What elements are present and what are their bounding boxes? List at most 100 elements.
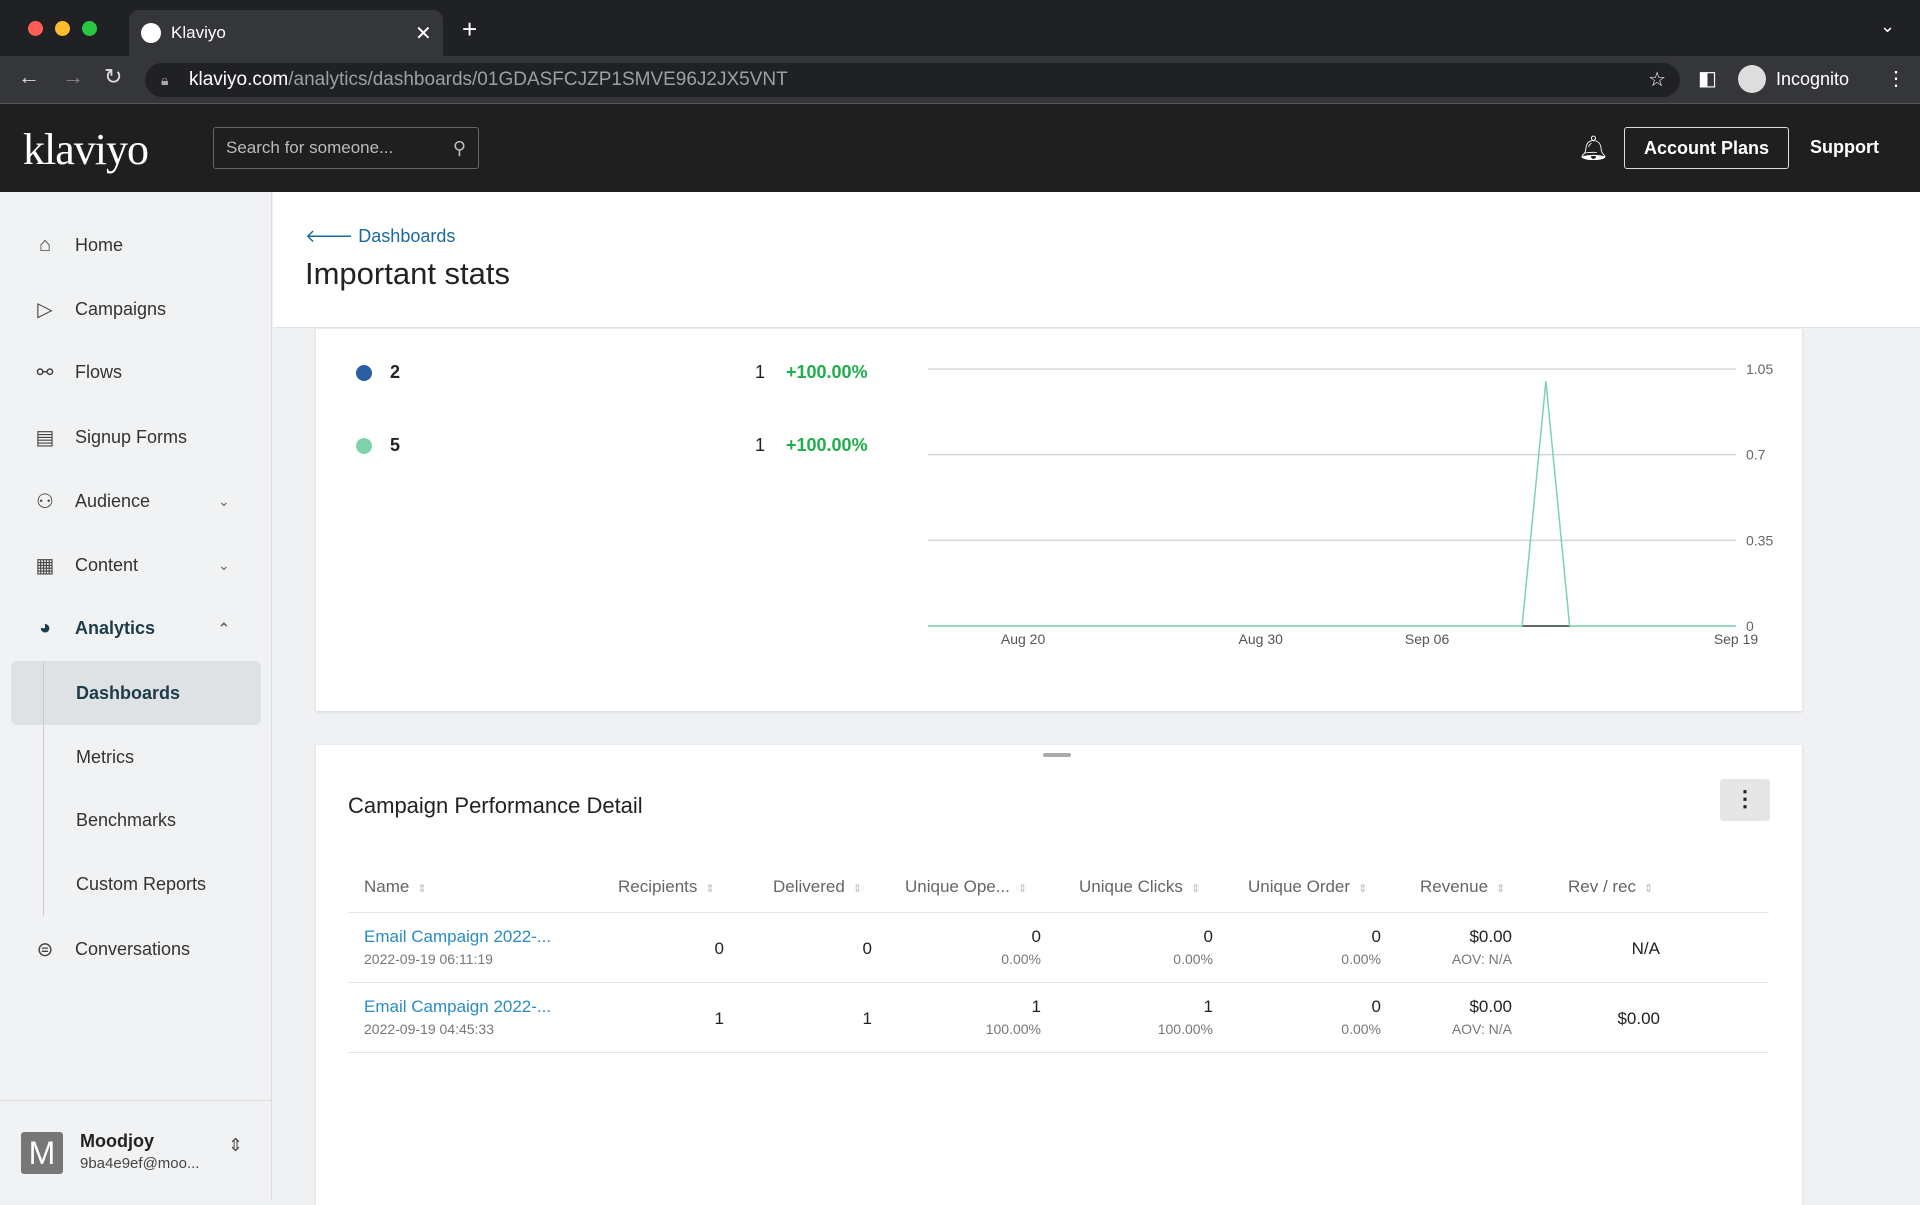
cell-opens: 1 [1031, 997, 1041, 1016]
cell-rev_rec: N/A [1631, 939, 1660, 958]
sidebar-item-conversations[interactable]: ⊜ Conversations [0, 929, 272, 969]
column-label: Rev / rec [1568, 877, 1637, 896]
sidebar-label: Flows [75, 361, 123, 382]
sidebar-item-signup-forms[interactable]: ▤ Signup Forms [0, 417, 272, 457]
cell-clicks: 0 [1203, 927, 1213, 946]
column-label: Delivered [773, 877, 845, 896]
new-tab-icon[interactable]: + [462, 14, 477, 45]
column-header[interactable]: Unique Order ⇕ [1248, 877, 1367, 897]
table-card: Campaign Performance Detail ⋮ [316, 745, 1802, 1205]
tab-title: Klaviyo [171, 23, 226, 42]
sort-icon: ⇕ [1496, 883, 1506, 895]
column-header[interactable]: Delivered ⇕ [773, 877, 862, 897]
content-icon: ▦ [35, 554, 55, 577]
sidebar-label: Audience [75, 490, 151, 511]
sidebar-item-benchmarks[interactable]: Benchmarks [0, 800, 272, 840]
cell-delivered: 1 [862, 1009, 872, 1028]
column-header[interactable]: Unique Ope... ⇕ [905, 877, 1027, 897]
sidebar-item-campaigns[interactable]: ▷ Campaigns [0, 289, 272, 329]
breadcrumb[interactable]: 🡐 Dashboards [305, 226, 455, 247]
close-tab-icon[interactable]: ✕ [415, 21, 432, 46]
avatar: M [21, 1132, 63, 1174]
sidebar-label: Home [75, 234, 124, 255]
cell-rev_rec: $0.00 [1617, 1009, 1660, 1028]
audience-icon: ⚇ [36, 490, 54, 513]
sidebar-item-metrics[interactable]: Metrics [0, 737, 272, 777]
account-plans-button[interactable]: Account Plans [1624, 127, 1789, 169]
sidebar-label: Benchmarks [76, 809, 177, 830]
sidebar-item-flows[interactable]: ⚯ Flows [0, 352, 272, 392]
account-switcher[interactable]: M Moodjoy 9ba4e9ef@moo... ⇕ [0, 1100, 272, 1200]
tab-list-chevron-icon[interactable]: ⌄ [1880, 16, 1895, 37]
sidebar-item-audience[interactable]: ⚇ Audience ⌄ [0, 481, 272, 521]
column-header[interactable]: Recipients ⇕ [618, 877, 715, 897]
campaign-date: 2022-09-19 04:45:33 [364, 1021, 494, 1037]
drag-handle[interactable] [1043, 753, 1071, 757]
user-email: 9ba4e9ef@moo... [80, 1155, 200, 1172]
sort-icon: ⇕ [1644, 883, 1654, 895]
row-divider [348, 1052, 1769, 1053]
maximize-window-button[interactable] [82, 21, 97, 36]
column-header[interactable]: Rev / rec ⇕ [1568, 877, 1653, 897]
page-title: Important stats [305, 256, 511, 291]
sidebar-item-content[interactable]: ▦ Content ⌄ [0, 545, 272, 585]
browser-tab[interactable]: Klaviyo ✕ [129, 10, 443, 56]
page-header: 🡐 Dashboards Important stats [273, 192, 1920, 328]
more-options-kebab-icon[interactable]: ⋮ [1720, 779, 1770, 821]
klaviyo-favicon-icon [141, 23, 161, 43]
cell-recipients: 0 [714, 939, 724, 958]
cell-aov: AOV: N/A [1451, 1021, 1512, 1037]
cell-recipients: 1 [714, 1009, 724, 1028]
minimize-window-button[interactable] [55, 21, 70, 36]
side-panel-icon[interactable]: ◧ [1698, 66, 1717, 91]
sort-icon: ⇕ [1190, 883, 1201, 895]
search-input[interactable]: Search for someone... ⚲ [213, 127, 479, 169]
sidebar-label: Dashboards [76, 682, 181, 703]
browser-tab-bar: Klaviyo ✕ + ⌄ [0, 0, 1920, 56]
campaign-name-link[interactable]: Email Campaign 2022-... [364, 927, 551, 947]
cell-opens: 0 [1031, 927, 1041, 946]
column-header[interactable]: Revenue ⇕ [1420, 877, 1505, 897]
support-link[interactable]: Support [1810, 137, 1879, 158]
browser-menu-icon[interactable]: ⋮ [1886, 66, 1906, 91]
sidebar-item-analytics[interactable]: ◕ Analytics ⌃ [0, 608, 272, 648]
address-bar-row: ← → ↻ 🔒︎ klaviyo.com/analytics/dashboard… [0, 56, 1920, 104]
back-icon[interactable]: ← [18, 64, 40, 90]
klaviyo-logo[interactable]: klaviyo [23, 124, 149, 175]
sidebar-item-dashboards[interactable]: Dashboards [0, 673, 272, 713]
url-field[interactable]: 🔒︎ klaviyo.com/analytics/dashboards/01GD… [145, 63, 1680, 97]
notifications-bell-icon[interactable]: 🔔︎ [1578, 134, 1608, 163]
incognito-icon [1738, 65, 1766, 93]
column-label: Recipients [618, 877, 698, 896]
column-header[interactable]: Unique Clicks ⇕ [1079, 877, 1200, 897]
reload-icon[interactable]: ↻ [104, 64, 122, 90]
sidebar-label: Custom Reports [76, 873, 207, 894]
incognito-label[interactable]: Incognito [1776, 69, 1849, 90]
forward-icon[interactable]: → [62, 64, 84, 90]
cell-opens_pct: 0.00% [1001, 951, 1041, 967]
cell-clicks_pct: 100.00% [1157, 1021, 1213, 1037]
sidebar-label: Conversations [75, 938, 191, 959]
bookmark-star-icon[interactable]: ☆ [1648, 63, 1666, 97]
cell-orders: 0 [1371, 927, 1381, 946]
sidebar-label: Signup Forms [75, 426, 188, 447]
close-window-button[interactable] [28, 21, 43, 36]
y-tick-label: 0.35 [1746, 532, 1773, 548]
sort-icon: ⇕ [705, 883, 715, 895]
url-path: /analytics/dashboards/01GDASFCJZP1SMVE96… [288, 69, 788, 90]
line-chart: 00.350.71.05Aug 20 Aug 30 Sep 06 Sep 19 [928, 361, 1773, 647]
column-label: Unique Clicks [1079, 877, 1183, 896]
column-label: Unique Ope... [905, 877, 1010, 896]
search-icon: ⚲ [452, 138, 466, 158]
form-icon: ▤ [35, 426, 55, 449]
chevron-down-icon: ⌄ [218, 556, 230, 573]
send-icon: ▷ [37, 298, 53, 321]
sort-icon: ⇕ [417, 883, 427, 895]
column-header[interactable]: Name ⇕ [364, 877, 427, 897]
campaign-name-link[interactable]: Email Campaign 2022-... [364, 997, 551, 1017]
x-tick-label: Aug 20 [1001, 631, 1046, 647]
sidebar-item-home[interactable]: ⌂ Home [0, 225, 272, 265]
x-tick-label: Sep 19 [1714, 631, 1759, 647]
chevron-down-icon: ⌄ [218, 492, 230, 509]
sidebar-item-custom-reports[interactable]: Custom Reports [0, 864, 272, 904]
